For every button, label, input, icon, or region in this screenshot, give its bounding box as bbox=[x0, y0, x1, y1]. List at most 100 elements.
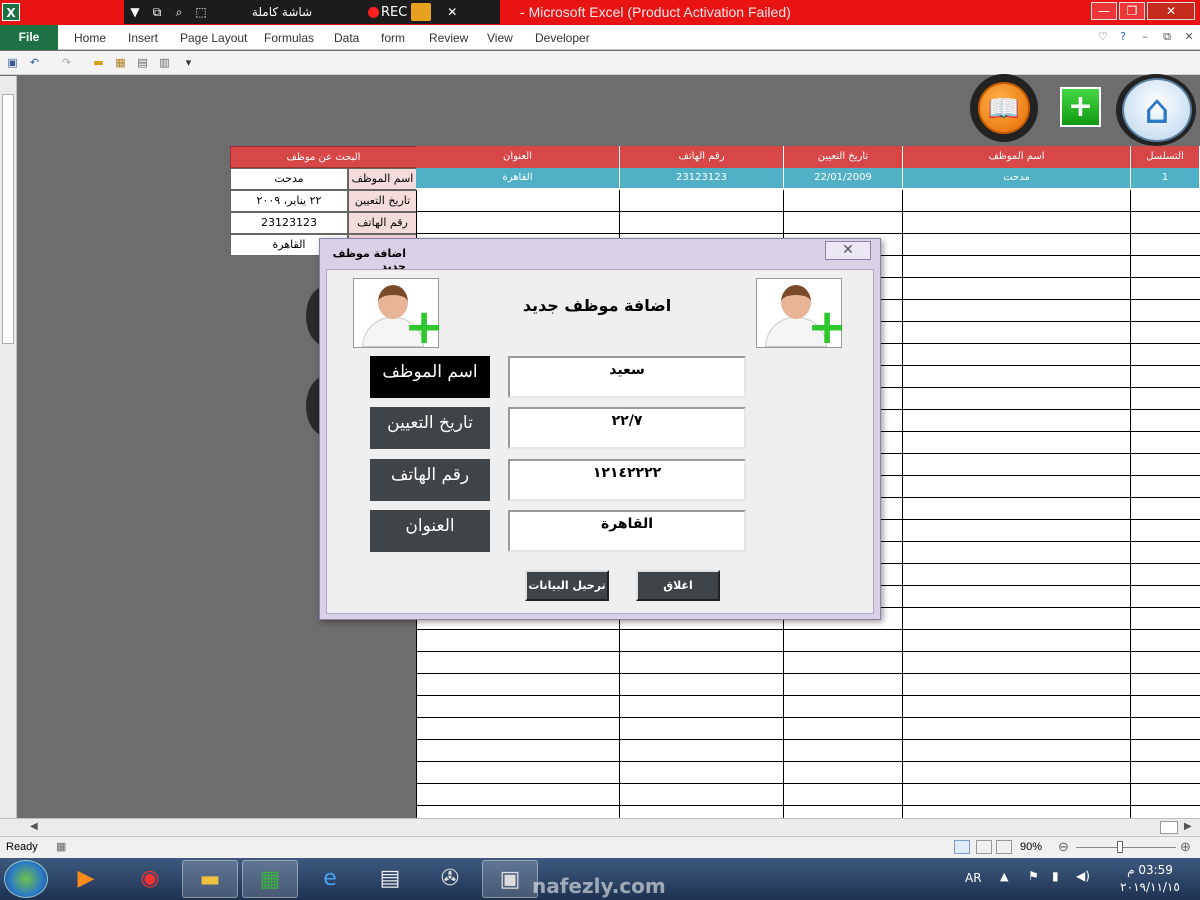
excel-icon[interactable]: X bbox=[2, 3, 20, 21]
minimize-button[interactable]: — bbox=[1091, 2, 1117, 20]
form-icon[interactable]: ▥ bbox=[158, 56, 171, 69]
field-hire-date[interactable]: ٢٢/٧ bbox=[508, 407, 746, 449]
action-center-icon[interactable]: ⚑ bbox=[1028, 869, 1039, 883]
tab-form[interactable]: form bbox=[381, 31, 405, 45]
open-folder-icon[interactable]: ▬ bbox=[92, 56, 105, 69]
scroll-left-icon[interactable]: ◀ bbox=[30, 821, 38, 832]
close-button[interactable]: ✕ bbox=[1147, 2, 1195, 20]
close-icon[interactable]: ✕ bbox=[441, 0, 463, 24]
clock-time[interactable]: 03:59 م bbox=[1110, 863, 1190, 877]
tab-data[interactable]: Data bbox=[334, 31, 359, 45]
table-cell-address[interactable]: القاهرة bbox=[416, 168, 620, 188]
tab-file[interactable]: File bbox=[0, 25, 58, 50]
zoom-slider[interactable] bbox=[1076, 847, 1176, 848]
save-icon[interactable]: ▣ bbox=[6, 56, 19, 69]
calendar-app-icon[interactable]: ▣ bbox=[482, 860, 538, 898]
start-button[interactable] bbox=[4, 860, 48, 898]
table-cell-hire-date[interactable]: 22/01/2009 bbox=[784, 168, 903, 188]
record-dot-icon bbox=[368, 6, 379, 18]
search-value-phone[interactable]: 23123123 bbox=[230, 212, 348, 234]
submit-data-button[interactable]: ترحيل البيانات bbox=[525, 570, 609, 601]
vertical-scrollbar[interactable] bbox=[0, 76, 17, 818]
collapse-ribbon-icon[interactable]: ♡ bbox=[1096, 30, 1110, 44]
rec-label[interactable]: REC bbox=[381, 5, 407, 20]
dialog-close-button[interactable]: ✕ bbox=[825, 241, 871, 260]
doc-restore-icon[interactable]: ⧉ bbox=[1160, 30, 1174, 44]
normal-view-icon[interactable] bbox=[954, 840, 970, 854]
zoom-slider-thumb[interactable] bbox=[1117, 841, 1123, 853]
search-icon[interactable]: ⌕ bbox=[168, 0, 190, 24]
field-address[interactable]: القاهرة bbox=[508, 510, 746, 552]
customize-icon[interactable]: ▾ bbox=[182, 56, 195, 69]
search-value-name[interactable]: مدحت bbox=[230, 168, 348, 190]
search-label-hire-date: تاريخ التعيين bbox=[348, 190, 417, 212]
video-editor-icon[interactable]: ✇ bbox=[422, 860, 478, 898]
zoom-out-icon[interactable]: ⊖ bbox=[1058, 839, 1069, 855]
excel-taskbar-icon[interactable]: ▦ bbox=[242, 860, 298, 898]
label-hire-date: تاريخ التعيين bbox=[370, 407, 490, 449]
page-break-view-icon[interactable] bbox=[996, 840, 1012, 854]
tab-insert[interactable]: Insert bbox=[128, 31, 158, 45]
screen-recorder-bar: ▼ ⧉ ⌕ ⬚ شاشة كاملة REC ✕ bbox=[124, 0, 500, 24]
scroll-right-icon[interactable]: ▶ bbox=[1184, 821, 1192, 832]
add-button[interactable]: + bbox=[1060, 87, 1101, 127]
clock-date[interactable]: ٢٠١٩/١١/١٥ bbox=[1110, 880, 1190, 894]
label-employee-name: اسم الموظف bbox=[370, 356, 490, 398]
macro-record-icon[interactable]: ▦ bbox=[56, 840, 66, 853]
restore-icon[interactable]: ⧉ bbox=[146, 0, 168, 24]
internet-explorer-icon[interactable]: e bbox=[302, 860, 358, 898]
search-value-hire-date[interactable]: ٢٢ يناير، ٢٠٠٩ bbox=[230, 190, 348, 212]
book-icon[interactable]: 📖 bbox=[978, 82, 1030, 134]
media-player-icon[interactable]: ▶ bbox=[58, 860, 114, 898]
page-layout-view-icon[interactable] bbox=[976, 840, 992, 854]
show-hidden-icons[interactable]: ▲ bbox=[1000, 870, 1008, 883]
dialog-title-bar: اضافة موظف جديد ✕ bbox=[320, 239, 880, 273]
fullscreen-icon[interactable]: ⬚ bbox=[190, 0, 212, 24]
chrome-icon[interactable]: ◉ bbox=[122, 860, 178, 898]
tab-view[interactable]: View bbox=[487, 31, 513, 45]
label-phone: رقم الهاتف bbox=[370, 459, 490, 501]
quick-access-toolbar: ▣ ↶ ↷ ▬ ▦ ▤ ▥ ▾ bbox=[0, 51, 1200, 75]
undo-icon[interactable]: ↶ bbox=[28, 56, 41, 69]
tab-home[interactable]: Home bbox=[74, 31, 106, 45]
movie-maker-icon[interactable]: ▤ bbox=[362, 860, 418, 898]
table-cell-seq[interactable]: 1 bbox=[1131, 168, 1200, 188]
doc-close-icon[interactable]: ✕ bbox=[1182, 30, 1196, 44]
file-explorer-icon[interactable]: ▬ bbox=[182, 860, 238, 898]
tab-formulas[interactable]: Formulas bbox=[264, 31, 314, 45]
language-indicator[interactable]: AR bbox=[965, 871, 982, 885]
help-icon[interactable]: ? bbox=[1116, 30, 1130, 44]
search-label-phone: رقم الهاتف bbox=[348, 212, 417, 234]
column-header-phone: رقم الهاتف bbox=[620, 146, 784, 168]
zoom-in-icon[interactable]: ⊕ bbox=[1180, 839, 1191, 855]
field-phone[interactable]: ١٢١٤٢٢٢٢ bbox=[508, 459, 746, 501]
ribbon-tabs: File Home Insert Page Layout Formulas Da… bbox=[0, 25, 1200, 50]
zoom-level[interactable]: 90% bbox=[1020, 841, 1042, 853]
search-label-name: اسم الموظف bbox=[348, 168, 417, 190]
window-title: - Microsoft Excel (Product Activation Fa… bbox=[520, 4, 791, 20]
split-handle[interactable] bbox=[1160, 821, 1178, 834]
scroll-thumb[interactable] bbox=[2, 94, 14, 344]
tab-developer[interactable]: Developer bbox=[535, 31, 590, 45]
tab-page-layout[interactable]: Page Layout bbox=[180, 31, 247, 45]
column-header-seq: التسلسل bbox=[1131, 146, 1200, 168]
dropdown-icon[interactable]: ▼ bbox=[124, 0, 146, 24]
watermark: nafezly.com bbox=[532, 874, 666, 898]
table-cell-name[interactable]: مدحت bbox=[903, 168, 1131, 188]
field-employee-name[interactable]: سعيد bbox=[508, 356, 746, 398]
print-icon[interactable]: ▤ bbox=[136, 56, 149, 69]
doc-minimize-icon[interactable]: – bbox=[1138, 30, 1152, 44]
table-cell-phone[interactable]: 23123123 bbox=[620, 168, 784, 188]
maximize-button[interactable]: ❐ bbox=[1119, 2, 1145, 20]
home-icon[interactable]: ⌂ bbox=[1122, 78, 1192, 142]
dialog-body: + اضافة موظف جديد + اسم الموظف سعيد تاري… bbox=[326, 269, 874, 614]
redo-icon[interactable]: ↷ bbox=[60, 56, 73, 69]
close-dialog-button[interactable]: اغلاق bbox=[636, 570, 720, 601]
title-bar: X ▼ ⧉ ⌕ ⬚ شاشة كاملة REC ✕ - Microsoft E… bbox=[0, 0, 1200, 25]
horizontal-scrollbar[interactable]: ◀ ▶ bbox=[0, 818, 1200, 836]
volume-icon[interactable]: ◀) bbox=[1076, 869, 1090, 883]
tab-review[interactable]: Review bbox=[429, 31, 468, 45]
battery-icon[interactable]: ▮ bbox=[1052, 869, 1059, 883]
camera-icon[interactable] bbox=[411, 3, 432, 21]
save-folder-icon[interactable]: ▦ bbox=[114, 56, 127, 69]
